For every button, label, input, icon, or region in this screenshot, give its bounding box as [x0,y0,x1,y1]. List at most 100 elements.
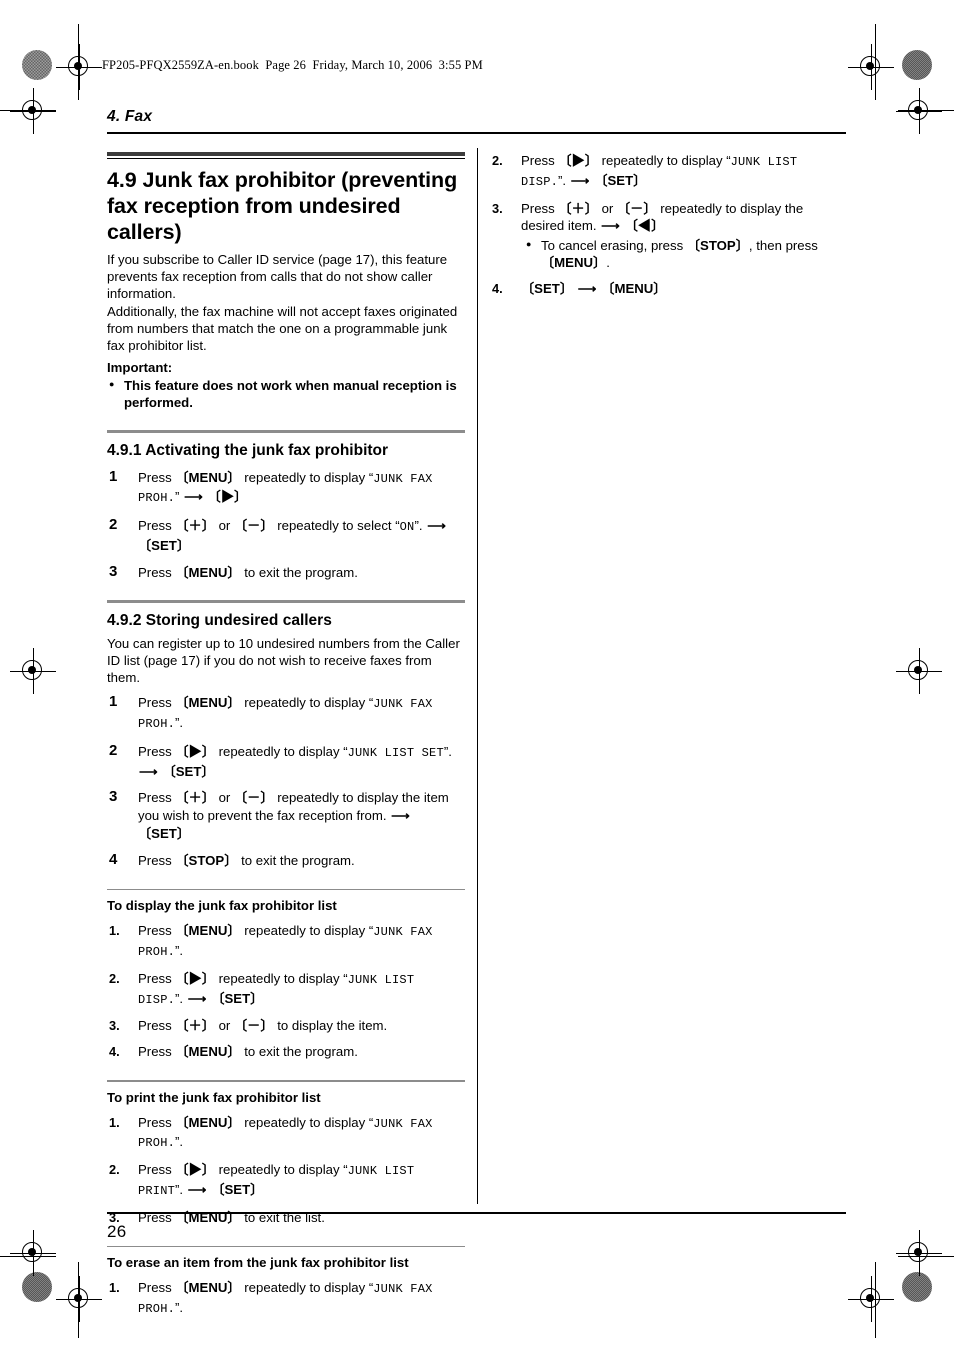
key-menu: 〔MENU〕 [175,1044,241,1060]
key-plus: 〔＋〕 [175,1018,215,1034]
important-bullet-list: This feature does not work when manual r… [107,376,465,411]
section-rule-hair [107,158,465,159]
key-menu: 〔MENU〕 [175,923,241,939]
key-right-arrow: 〔▶〕 [175,970,215,986]
trim-line-bottom-horizontal-right [898,1256,954,1257]
step-text: Press 〔STOP〕 to exit the program. [138,852,355,868]
key-right-arrow: 〔▶〕 [175,1162,215,1178]
key-set: 〔SET〕 [211,1181,264,1197]
chapter-running-title: 4. Fax [107,108,153,125]
right-column: 2. Press 〔▶〕 repeatedly to display “JUNK… [490,152,848,305]
key-stop: 〔STOP〕 [175,852,238,868]
print-list-rule [107,1079,465,1082]
step-text: Press 〔▶〕 repeatedly to display “JUNK LI… [138,1162,415,1198]
halftone-dot-top-left [22,50,52,80]
step-number: 1. [109,923,120,939]
step-number: 1 [109,467,118,485]
step-text: Press 〔MENU〕 repeatedly to display “JUNK… [138,1280,433,1316]
key-minus: 〔－〕 [617,200,657,216]
key-minus: 〔－〕 [234,790,274,806]
list-item: 3 Press 〔MENU〕 to exit the program. [107,563,465,582]
list-item: 3. Press 〔＋〕 or 〔－〕 repeatedly to displa… [490,200,848,272]
arrow-icon: ⟶ [391,808,411,824]
arrow-icon: ⟶ [184,489,203,505]
trim-line-bottom-right-vertical [875,1262,876,1338]
list-item: 3. Press 〔＋〕 or 〔－〕 to display the item. [107,1017,465,1035]
key-set: 〔SET〕 [594,172,647,188]
step-number: 2. [109,970,120,986]
step-text: Press 〔MENU〕 repeatedly to display “JUNK… [138,695,433,732]
trim-line-top-horizontal-left [0,110,56,111]
footer-rule [107,1212,846,1214]
registration-mark-bottom-left-inner [56,1276,102,1322]
halftone-dot-top-right [902,50,932,80]
trim-line-left-vertical [78,24,79,100]
important-label: Important: [107,360,173,376]
key-right-arrow: 〔▶〕 [207,489,248,505]
list-item: 1 Press 〔MENU〕 repeatedly to display “JU… [107,693,465,734]
halftone-dot-bottom-left [22,1272,52,1302]
key-plus: 〔＋〕 [175,518,215,534]
key-menu: 〔MENU〕 [175,469,241,485]
registration-mark-top-right-inner [848,44,894,90]
display-list-steps: 1. Press 〔MENU〕 repeatedly to display “J… [107,922,465,1061]
list-item: 2 Press 〔▶〕 repeatedly to display “JUNK … [107,741,465,781]
arrow-icon: ⟶ [570,172,590,188]
list-item: 4. 〔SET〕 ⟶ 〔MENU〕 [490,280,848,298]
registration-mark-top-right-outer [896,88,942,134]
trim-line-bottom-horizontal-left [0,1256,56,1257]
step-text: Press 〔＋〕 or 〔－〕 to display the item. [138,1018,388,1034]
lcd-text: ON [399,520,415,535]
step-text: Press 〔MENU〕 repeatedly to display “JUNK… [138,923,433,959]
registration-mark-bottom-right-outer [896,1230,942,1276]
arrow-icon: ⟶ [187,1181,207,1197]
step-number: 3. [492,200,503,216]
display-list-title: To display the junk fax prohibitor list [107,898,337,914]
display-list-rule [107,888,465,891]
list-item: 4 Press 〔STOP〕 to exit the program. [107,850,465,870]
subsection-492-steps: 1 Press 〔MENU〕 repeatedly to display “JU… [107,693,465,870]
key-left-arrow: 〔◀〕 [624,218,665,234]
step-number: 3. [109,1018,120,1034]
list-item: 2. Press 〔▶〕 repeatedly to display “JUNK… [107,970,465,1010]
key-minus: 〔－〕 [234,1018,274,1034]
list-item: 2. Press 〔▶〕 repeatedly to display “JUNK… [107,1161,465,1201]
step-number: 2. [492,153,503,168]
step-number: 2 [109,741,118,759]
list-item: 2 Press 〔＋〕 or 〔－〕 repeatedly to select … [107,516,465,555]
subsection-491-steps: 1 Press 〔MENU〕 repeatedly to display “JU… [107,467,465,582]
key-set: 〔SET〕 [138,538,191,554]
list-item: To cancel erasing, press 〔STOP〕, then pr… [521,236,848,271]
step-text: Press 〔▶〕 repeatedly to display “JUNK LI… [138,970,415,1007]
list-item: 1 Press 〔MENU〕 repeatedly to display “JU… [107,467,465,509]
step-number: 2. [109,1162,120,1178]
key-set: 〔SET〕 [521,280,574,296]
step-number: 2 [109,516,118,534]
key-menu: 〔MENU〕 [175,1114,241,1130]
step-text: Press 〔MENU〕 repeatedly to display “JUNK… [138,1114,433,1151]
step-number: 4. [109,1044,120,1060]
column-divider [477,148,479,1204]
step-text: Press 〔＋〕 or 〔－〕 repeatedly to select “O… [138,518,447,554]
print-list-steps: 1. Press 〔MENU〕 repeatedly to display “J… [107,1114,465,1227]
step-number: 1. [109,1114,120,1130]
step-text: Press 〔＋〕 or 〔－〕 repeatedly to display t… [138,790,449,841]
print-list-title: To print the junk fax prohibitor list [107,1089,321,1105]
list-item: 2. Press 〔▶〕 repeatedly to display “JUNK… [490,152,848,192]
subsection-492-title: 4.9.2 Storing undesired callers [107,611,332,629]
key-plus: 〔＋〕 [175,790,215,806]
registration-mark-top-left-inner [56,44,102,90]
key-plus: 〔＋〕 [558,200,598,216]
key-menu: 〔MENU〕 [601,280,667,296]
step-number: 4. [492,280,503,296]
arrow-icon: ⟶ [577,280,597,296]
arrow-icon: ⟶ [601,218,621,234]
key-menu: 〔MENU〕 [541,255,607,271]
key-minus: 〔－〕 [234,518,274,534]
subsection-491-rule [107,429,465,433]
erase-item-note-list: To cancel erasing, press 〔STOP〕, then pr… [521,236,848,271]
registration-mark-middle-left [10,648,56,694]
step-number: 4 [109,850,118,868]
step-text: Press 〔＋〕 or 〔－〕 repeatedly to display t… [521,200,804,234]
arrow-icon: ⟶ [187,990,207,1006]
